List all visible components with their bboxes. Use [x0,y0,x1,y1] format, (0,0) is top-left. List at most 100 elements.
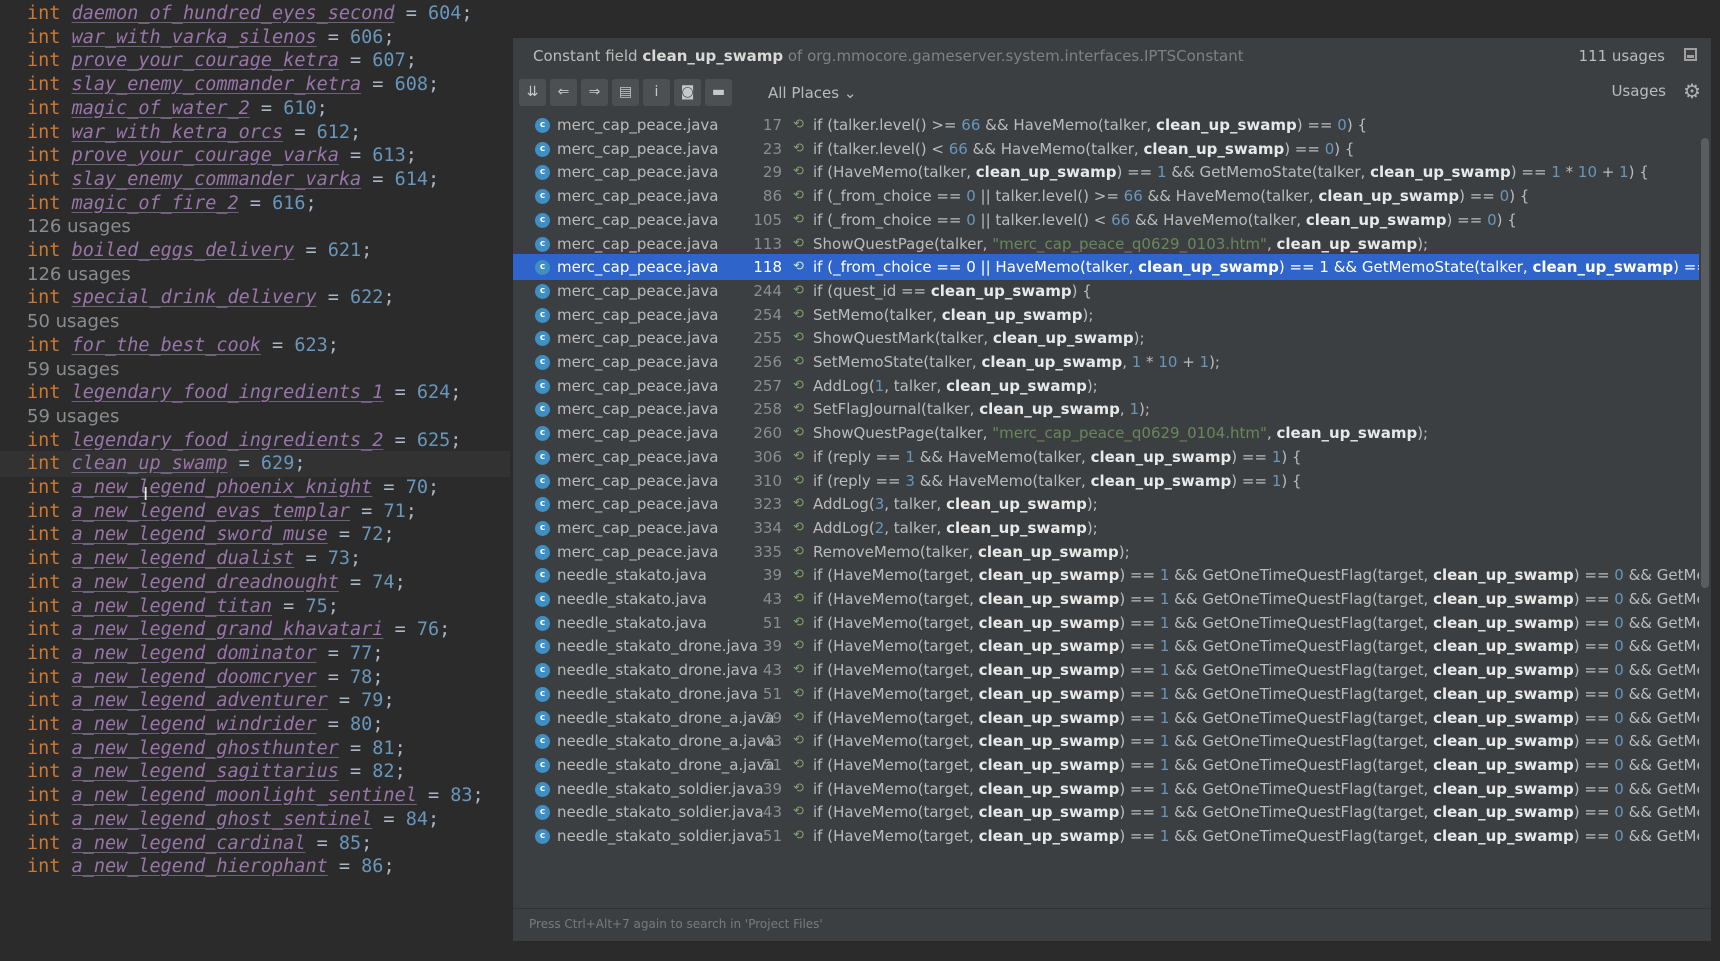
assign-operator: = [316,642,351,664]
field-value: 76 [416,619,440,641]
usage-row[interactable]: c needle_stakato_drone_a.java 51 ⟲ if (HaveM… [513,752,1699,778]
usage-line-number: 105 [753,210,782,229]
assign-operator: = [383,429,417,451]
type-keyword: int [27,240,61,261]
field-name[interactable]: a_new_legend_dreadnought [72,572,339,593]
field-name[interactable]: a_new_legend_sagittarius [72,761,339,782]
highlighted-field: clean_up_swamp [1138,258,1279,277]
assign-operator: = [283,121,317,143]
usages-list[interactable]: c merc_cap_peace.java 17 ⟲ if (talker.level(… [513,112,1699,909]
field-name[interactable]: prove_your_courage_ketra [72,50,339,71]
usage-hint[interactable]: 50 usages [27,309,119,335]
usage-row[interactable]: c merc_cap_peace.java 254 ⟲ SetMemo(talker, … [513,302,1699,328]
highlighted-field: clean_up_swamp [1318,187,1460,206]
usage-row[interactable]: c merc_cap_peace.java 29 ⟲ if (HaveMemo(talk… [513,159,1699,185]
usage-row[interactable]: c needle_stakato_soldier.java 43 ⟲ if (HaveM… [513,799,1699,825]
highlighted-field: clean_up_swamp [1276,234,1418,253]
usage-row[interactable]: c merc_cap_peace.java 323 ⟲ AddLog(3, talker… [513,491,1699,517]
scope-dropdown[interactable]: All Places ⌄ [768,84,856,102]
usage-row[interactable]: c needle_stakato.java 43 ⟲ if (HaveMemo(targ… [513,586,1699,612]
field-name[interactable]: a_new_legend_phoenix_knight [72,477,373,498]
semicolon: ; [428,808,440,830]
usage-row[interactable]: c needle_stakato_drone.java 39 ⟲ if (HaveMem… [513,633,1699,659]
usage-row[interactable]: c merc_cap_peace.java 258 ⟲ SetFlagJournal(t… [513,396,1699,422]
usage-file-name: merc_cap_peace.java [557,139,719,158]
usage-code-snippet: if (_from_choice == 0 || HaveMemo(talker… [813,258,1699,277]
field-name[interactable]: a_new_legend_hierophant [72,856,328,877]
field-name[interactable]: legendary_food_ingredients_1 [72,382,384,403]
field-name[interactable]: boiled_eggs_delivery [72,240,295,261]
field-name[interactable]: clean_up_swamp [72,453,228,474]
group-by-module-icon[interactable]: ◙ [674,79,701,106]
usage-hint[interactable]: 59 usages [27,357,119,383]
field-value: 73 [327,548,351,570]
field-name[interactable]: a_new_legend_windrider [72,714,317,735]
field-name[interactable]: a_new_legend_dominator [72,643,317,664]
usage-row[interactable]: c merc_cap_peace.java 334 ⟲ AddLog(2, talker… [513,515,1699,541]
field-name[interactable]: a_new_legend_dualist [72,548,295,569]
code-line: int prove_your_courage_ketra = 607; [27,48,417,74]
field-name[interactable]: a_new_legend_evas_templar [72,501,350,522]
usage-row[interactable]: c merc_cap_peace.java 310 ⟲ if (reply == 3 &… [513,468,1699,494]
group-by-directory-icon[interactable]: ▤ [612,79,639,106]
show-write-access-icon[interactable]: ⇒ [581,79,608,106]
usage-row[interactable]: c needle_stakato_drone_a.java 39 ⟲ if (HaveM… [513,705,1699,731]
usage-row[interactable]: c merc_cap_peace.java 306 ⟲ if (reply == 1 &… [513,444,1699,470]
field-name[interactable]: a_new_legend_sword_muse [72,524,328,545]
preview-source-icon[interactable]: ▬ [705,79,732,106]
assign-operator: = [327,690,362,712]
usage-row[interactable]: c merc_cap_peace.java 105 ⟲ if (_from_choice… [513,207,1699,233]
field-name[interactable]: a_new_legend_doomcryer [72,667,317,688]
type-keyword: int [27,761,61,783]
usage-row[interactable]: c merc_cap_peace.java 17 ⟲ if (talker.level(… [513,112,1699,138]
usage-row[interactable]: c merc_cap_peace.java 118 ⟲ if (_from_choice… [513,254,1699,281]
usage-row[interactable]: c needle_stakato_soldier.java 39 ⟲ if (HaveM… [513,776,1699,802]
java-class-icon: c [535,544,550,560]
field-name[interactable]: a_new_legend_grand_khavatari [72,619,384,640]
usages-scrollbar[interactable] [1701,138,1709,588]
field-name[interactable]: a_new_legend_titan [72,596,272,617]
field-name[interactable]: slay_enemy_commander_ketra [72,74,362,95]
usage-row[interactable]: c needle_stakato_drone.java 43 ⟲ if (HaveMem… [513,657,1699,683]
usage-row[interactable]: c merc_cap_peace.java 244 ⟲ if (quest_id == … [513,278,1699,304]
usage-hint[interactable]: 126 usages [27,262,131,288]
field-name[interactable]: a_new_legend_moonlight_sentinel [72,785,417,806]
field-name[interactable]: a_new_legend_adventurer [72,690,328,711]
usage-row[interactable]: c needle_stakato.java 39 ⟲ if (HaveMemo(targ… [513,562,1699,588]
gear-icon[interactable]: ⚙ [1683,79,1701,103]
field-name[interactable]: war_with_varka_silenos [72,27,317,48]
usage-row[interactable]: c merc_cap_peace.java 257 ⟲ AddLog(1, talker… [513,373,1699,399]
field-name[interactable]: slay_enemy_commander_varka [72,169,362,190]
field-name[interactable]: magic_of_fire_2 [72,193,239,214]
field-name[interactable]: prove_your_courage_varka [72,145,339,166]
merge-usages-icon[interactable]: ⇊ [519,79,546,106]
pin-icon[interactable] [1684,48,1697,61]
usage-row[interactable]: c merc_cap_peace.java 256 ⟲ SetMemoState(tal… [513,349,1699,375]
usage-hint[interactable]: 59 usages [27,404,119,430]
field-name[interactable]: a_new_legend_cardinal [72,833,306,854]
chevron-down-icon: ⌄ [843,84,857,102]
field-name[interactable]: legendary_food_ingredients_2 [72,430,384,451]
usage-hint[interactable]: 126 usages [27,214,131,240]
usage-row[interactable]: c merc_cap_peace.java 86 ⟲ if (_from_choice … [513,183,1699,209]
find-usages-popup[interactable]: Constant field clean_up_swamp of org.mmo… [512,37,1712,942]
show-read-access-icon[interactable]: ⇐ [550,79,577,106]
highlighted-field: clean_up_swamp [1143,139,1285,158]
field-name[interactable]: war_with_ketra_orcs [72,122,284,143]
field-name[interactable]: magic_of_water_2 [72,98,250,119]
usage-row[interactable]: c merc_cap_peace.java 260 ⟲ ShowQuestPage(ta… [513,420,1699,446]
usage-row[interactable]: c needle_stakato_soldier.java 51 ⟲ if (HaveM… [513,823,1699,849]
field-name[interactable]: a_new_legend_ghosthunter [72,738,339,759]
usage-row[interactable]: c needle_stakato_drone.java 51 ⟲ if (HaveMem… [513,681,1699,707]
usage-row[interactable]: c merc_cap_peace.java 113 ⟲ ShowQuestPage(ta… [513,231,1699,257]
usage-row[interactable]: c merc_cap_peace.java 255 ⟲ ShowQuestMark(ta… [513,325,1699,351]
usage-row[interactable]: c merc_cap_peace.java 23 ⟲ if (talker.level(… [513,136,1699,162]
usage-row[interactable]: c needle_stakato_drone_a.java 43 ⟲ if (HaveM… [513,728,1699,754]
usage-row[interactable]: c merc_cap_peace.java 335 ⟲ RemoveMemo(talke… [513,539,1699,565]
show-import-statements-icon[interactable]: i [643,79,670,106]
field-name[interactable]: a_new_legend_ghost_sentinel [72,809,373,830]
field-name[interactable]: for_the_best_cook [72,335,261,356]
field-name[interactable]: special_drink_delivery [72,287,317,308]
field-name[interactable]: daemon_of_hundred_eyes_second [72,3,395,24]
usage-row[interactable]: c needle_stakato.java 51 ⟲ if (HaveMemo(targ… [513,610,1699,636]
